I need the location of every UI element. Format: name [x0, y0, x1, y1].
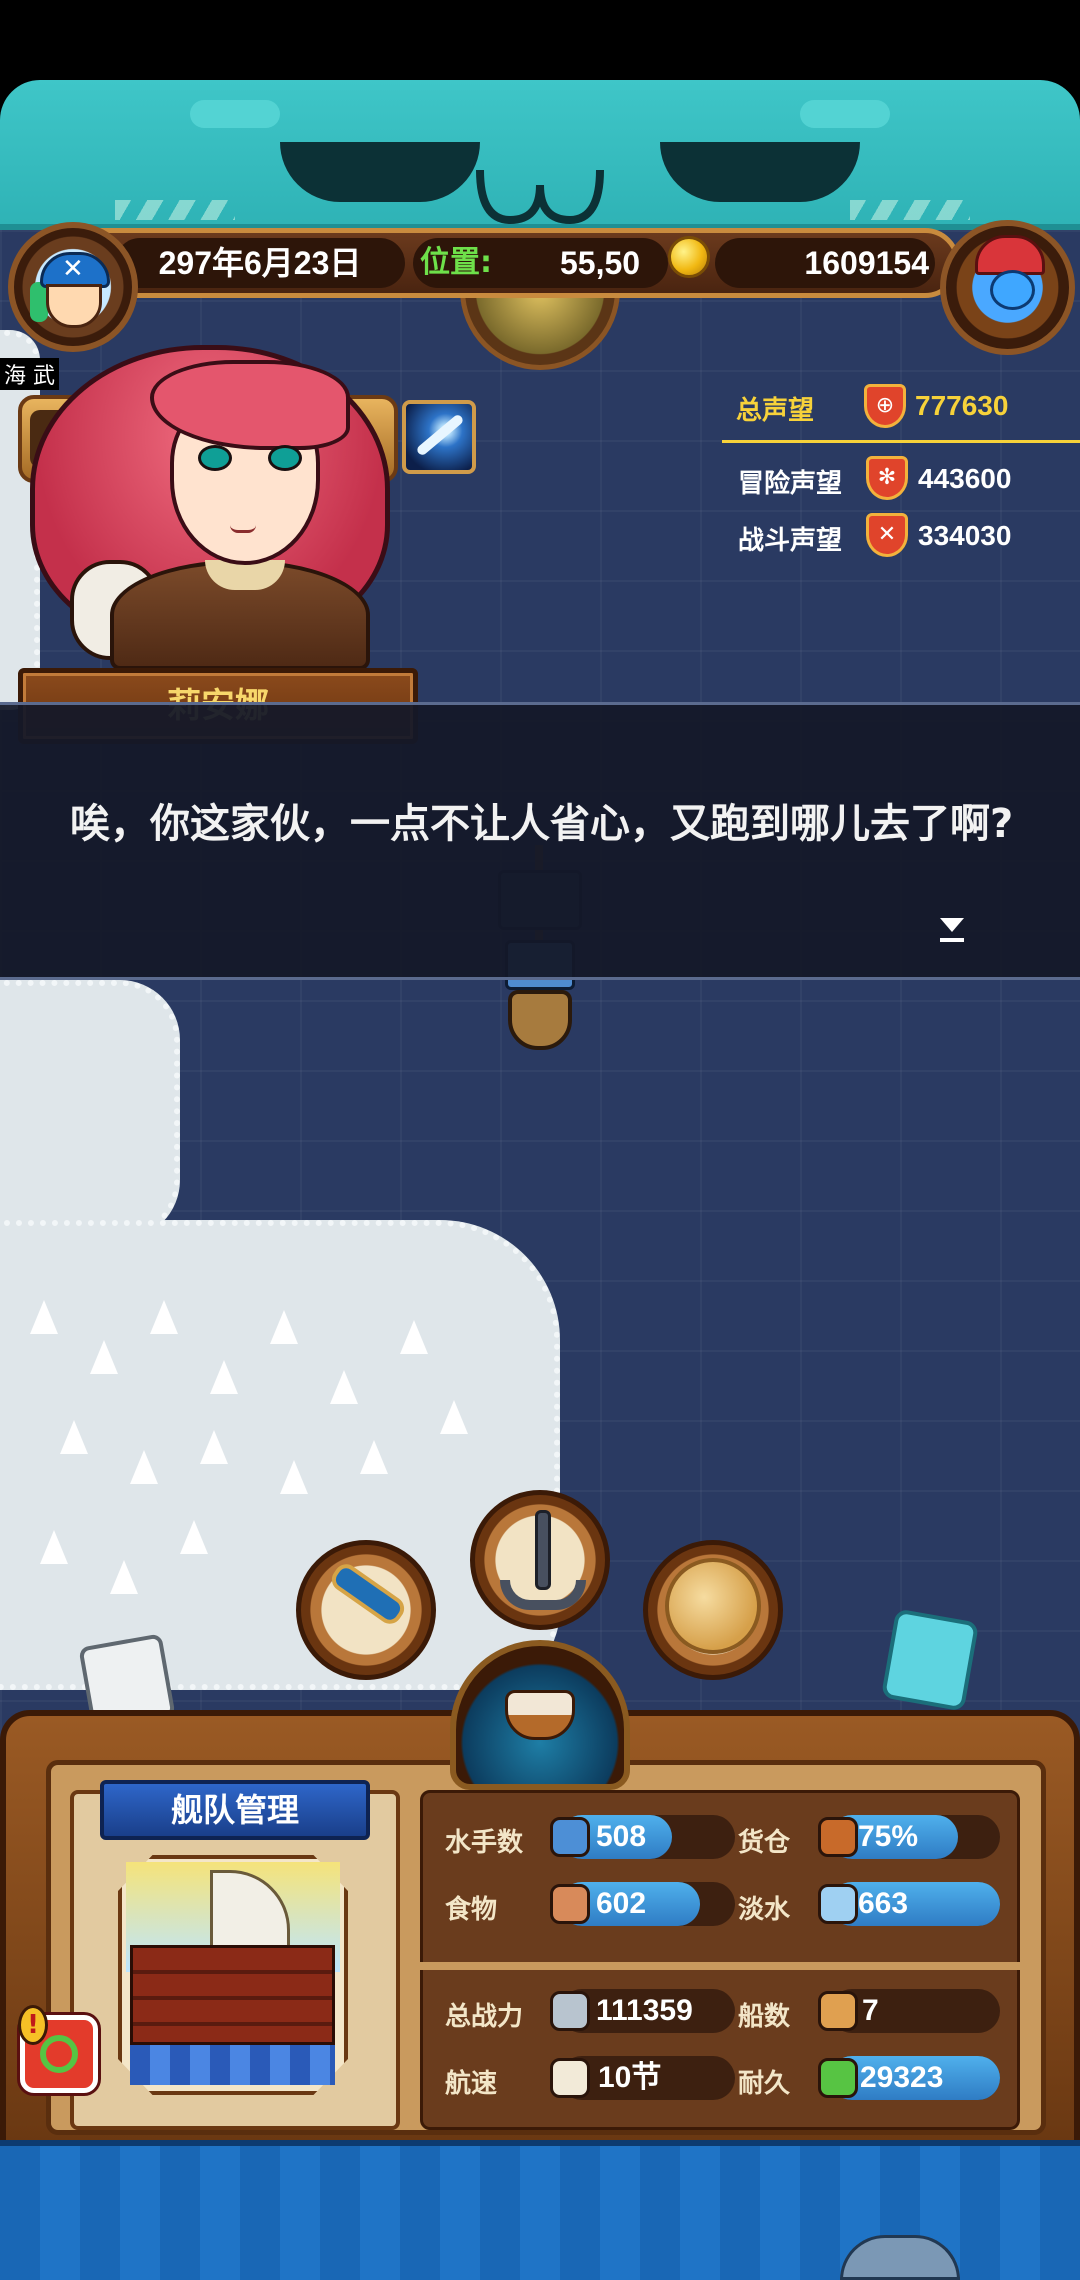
character-mouth: [230, 525, 256, 533]
pine-tree: [440, 1400, 468, 1434]
food-value: 602: [596, 1887, 647, 1920]
ship-count-label: 船数: [738, 2002, 791, 2032]
cargo-label: 货仓: [738, 1828, 791, 1858]
sailing-ship-icon: [505, 1690, 575, 1740]
sailboat-icon: [550, 2058, 590, 2098]
repair-icon: [40, 2035, 78, 2073]
adventure-reputation-value: 443600: [918, 463, 1012, 494]
total-reputation-value: 777630: [915, 390, 1009, 421]
avatar-skull-mark: ✕: [62, 254, 84, 284]
cat-stripes-right: [850, 200, 970, 220]
ship-image-hull: [130, 1945, 335, 2045]
pine-tree: [270, 1310, 298, 1344]
character-eye-right: [268, 445, 302, 471]
total-reputation-icon: ⊕: [864, 384, 906, 428]
gem-icon: [990, 270, 1035, 310]
sailors-label: 水手数: [445, 1828, 524, 1858]
snow-island-left: [0, 980, 180, 1240]
side-small-text: 海 武: [0, 358, 59, 390]
speed-value: 10节: [598, 2061, 662, 2094]
cat-banner: [0, 80, 1080, 230]
total-power-value: 111359: [596, 1994, 693, 2027]
cat-eye-left: [280, 142, 480, 202]
globe-icon: [665, 1558, 761, 1654]
pine-tree: [280, 1460, 308, 1494]
snow-island-bottom: [0, 1220, 560, 1690]
water-value: 663: [858, 1887, 909, 1920]
battle-reputation-label: 战斗声望: [738, 526, 843, 556]
pine-tree: [60, 1420, 88, 1454]
total-power-label: 总战力: [445, 2002, 524, 2032]
pine-tree: [400, 1320, 428, 1354]
pine-tree: [40, 1530, 68, 1564]
pine-tree: [150, 1300, 178, 1334]
adventure-reputation-icon: ✻: [866, 456, 908, 500]
cat-mouth: [476, 169, 604, 224]
cat-stripes-left: [115, 200, 235, 220]
pine-tree: [90, 1340, 118, 1374]
pine-tree: [200, 1430, 228, 1464]
cargo-value: 75%: [858, 1820, 919, 1853]
speed-label: 航速: [445, 2069, 498, 2099]
water-label: 淡水: [738, 1895, 791, 1925]
position-label: 位置:: [420, 245, 492, 280]
meat-icon: [550, 1884, 590, 1924]
crate-icon: [818, 1817, 858, 1857]
anchor-icon: [535, 1510, 551, 1590]
cat-cube-mascot: [880, 1608, 980, 1712]
pine-tree: [180, 1520, 208, 1554]
ship-count-value: 7: [862, 1994, 879, 2027]
gold-value: 1609154: [804, 245, 929, 281]
top-black-band: [0, 0, 1080, 85]
game-date: 297年6月23日: [115, 238, 405, 288]
repair-wrench-icon: [818, 2058, 858, 2098]
sailor-icon: [550, 1817, 590, 1857]
water-jug-icon: [818, 1884, 858, 1924]
food-label: 食物: [445, 1895, 498, 1925]
stats-divider: [420, 1962, 1020, 1970]
position-value: 55,50: [560, 245, 641, 281]
cat-eye-right: [660, 142, 860, 202]
character-eye-left: [198, 445, 232, 471]
pine-tree: [360, 1440, 388, 1474]
crossed-swords-icon: [550, 1991, 590, 2031]
total-reputation-label: 总声望: [736, 396, 815, 426]
cat-brow-left: [190, 100, 280, 128]
cat-brow-right: [800, 100, 890, 128]
dialog-next-arrow-icon[interactable]: [940, 918, 964, 944]
boat-icon: [818, 1991, 858, 2031]
ship-image-water: [130, 2045, 335, 2085]
gold-coin-icon: [668, 236, 710, 278]
pine-tree: [110, 1560, 138, 1594]
sailors-value: 508: [596, 1820, 647, 1853]
pine-tree: [130, 1450, 158, 1484]
battle-reputation-icon: ✕: [866, 513, 908, 557]
dialog-text: 唉，你这家伙，一点不让人省心，又跑到哪儿去了啊?: [70, 801, 1014, 847]
pine-tree: [30, 1300, 58, 1334]
reputation-divider: [722, 440, 1080, 443]
pine-tree: [330, 1370, 358, 1404]
alert-icon: !: [18, 2005, 48, 2045]
battle-reputation-value: 334030: [918, 520, 1012, 551]
fleet-management-title: 舰队管理: [170, 1791, 299, 1829]
adventure-reputation-label: 冒险声望: [738, 469, 843, 499]
durability-value: 29323: [860, 2061, 944, 2094]
player-ship[interactable]: [508, 990, 572, 1050]
durability-label: 耐久: [738, 2069, 791, 2099]
pine-tree: [210, 1360, 238, 1394]
